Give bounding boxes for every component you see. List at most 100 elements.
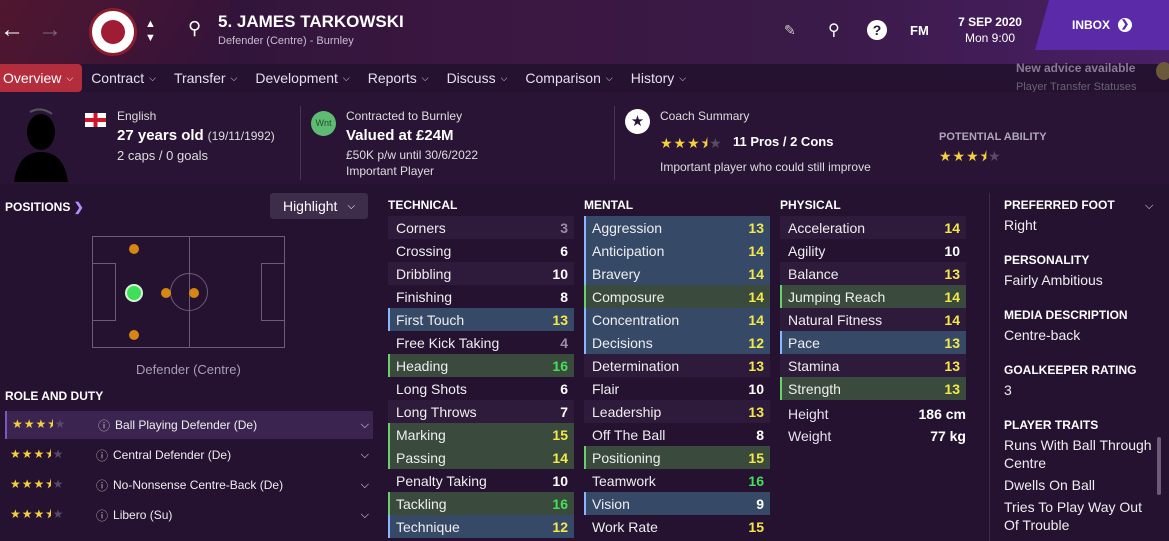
attribute-name: Anticipation — [592, 242, 665, 259]
attribute-row[interactable]: Corners 3 — [388, 216, 574, 239]
chevron-down-icon[interactable]: ⌵ — [361, 509, 369, 522]
attribute-row[interactable]: Agility 10 — [780, 239, 966, 262]
attribute-row[interactable]: Bravery 14 — [584, 262, 770, 285]
attribute-row[interactable]: Tackling 16 — [388, 492, 574, 515]
chevron-up-icon[interactable]: ▲ — [145, 18, 156, 30]
tab-history[interactable]: History ⌵ — [622, 64, 695, 92]
traits-label: PLAYER TRAITS — [1004, 418, 1099, 432]
advice-bell-icon[interactable] — [1156, 62, 1169, 80]
traits-scrollbar[interactable] — [1157, 437, 1161, 495]
attribute-row[interactable]: Teamwork 16 — [584, 469, 770, 492]
attribute-row[interactable]: Natural Fitness 14 — [780, 308, 966, 331]
attribute-row[interactable]: Dribbling 10 — [388, 262, 574, 285]
attribute-row[interactable]: First Touch 13 — [388, 308, 574, 331]
positions-title[interactable]: POSITIONS ❯ — [5, 200, 84, 214]
current-day-time: Mon 9:00 — [964, 31, 1016, 45]
attribute-name: Balance — [788, 265, 839, 282]
club-badge-icon[interactable] — [89, 8, 137, 56]
highlight-label: Highlight — [282, 198, 338, 214]
role-stars: ★★★⯨★ — [10, 506, 65, 521]
attribute-row[interactable]: Aggression 13 — [584, 216, 770, 239]
fm-logo[interactable]: FM — [910, 23, 929, 38]
wage: £50K p/w until 30/6/2022 — [346, 148, 479, 162]
attribute-row[interactable]: Long Shots 6 — [388, 377, 574, 400]
attribute-row[interactable]: Acceleration 14 — [780, 216, 966, 239]
advice-title[interactable]: New advice available — [1016, 61, 1135, 75]
help-icon[interactable]: ? — [867, 20, 887, 40]
attribute-row[interactable]: Passing 14 — [388, 446, 574, 469]
attribute-row[interactable]: Penalty Taking 10 — [388, 469, 574, 492]
attribute-name: Off The Ball — [592, 426, 666, 443]
attribute-row[interactable]: Pace 13 — [780, 331, 966, 354]
attribute-row[interactable]: Stamina 13 — [780, 354, 966, 377]
attribute-row[interactable]: Balance 13 — [780, 262, 966, 285]
role-row[interactable]: ★★★⯨★ ⓘ Central Defender (De) ⌵ — [5, 441, 373, 469]
attribute-row[interactable]: Concentration 14 — [584, 308, 770, 331]
role-label: No-Nonsense Centre-Back (De) — [113, 478, 284, 492]
attribute-row[interactable]: Free Kick Taking 4 — [388, 331, 574, 354]
player-name: 5. JAMES TARKOWSKI — [218, 12, 404, 31]
player-value: Valued at £24M — [346, 127, 454, 144]
attribute-row[interactable]: Decisions 12 — [584, 331, 770, 354]
inbox-label: INBOX — [1071, 18, 1110, 32]
tab-contract[interactable]: Contract ⌵ — [82, 64, 165, 92]
chevron-down-icon: ⌵ — [500, 72, 508, 83]
attribute-row[interactable]: Technique 12 — [388, 515, 574, 538]
role-row[interactable]: ★★★⯨★ ⓘ Libero (Su) ⌵ — [5, 501, 373, 529]
chevron-down-icon[interactable]: ⌵ — [1145, 200, 1153, 213]
tab-transfer[interactable]: Transfer ⌵ — [165, 64, 246, 92]
attribute-value: 4 — [560, 334, 568, 351]
attribute-row[interactable]: Heading 16 — [388, 354, 574, 377]
chevron-down-icon[interactable]: ⌵ — [361, 479, 369, 492]
physical-attributes: Acceleration 14 Agility 10 Balance 13 Jumping … — [780, 216, 966, 400]
attribute-row[interactable]: Flair 10 — [584, 377, 770, 400]
role-row[interactable]: ★★★⯨★ ⓘ No-Nonsense Centre-Back (De) ⌵ — [5, 471, 373, 499]
role-row[interactable]: ★★★⯨★ ⓘ Ball Playing Defender (De) ⌵ — [5, 411, 373, 439]
trait-item[interactable]: Tries To Play Way Out Of Trouble — [1004, 498, 1154, 534]
tab-label: Overview — [3, 70, 62, 86]
chevron-down-icon[interactable]: ⌵ — [361, 419, 369, 432]
forward-arrow-icon[interactable]: → — [38, 18, 62, 42]
info-icon[interactable]: ⓘ — [96, 507, 108, 524]
tab-overview[interactable]: Overview ⌵ — [0, 64, 83, 92]
attribute-row[interactable]: Finishing 8 — [388, 285, 574, 308]
pros-cons[interactable]: 11 Pros / 2 Cons — [733, 134, 833, 149]
info-icon[interactable]: ⓘ — [96, 477, 108, 494]
attribute-row[interactable]: Work Rate 15 — [584, 515, 770, 538]
role-stars: ★★★⯨★ — [10, 446, 65, 461]
attribute-row[interactable]: Long Throws 7 — [388, 400, 574, 423]
back-arrow-icon[interactable]: ← — [0, 18, 24, 42]
attribute-row[interactable]: Anticipation 14 — [584, 239, 770, 262]
info-icon[interactable]: ⓘ — [98, 417, 110, 434]
attribute-row[interactable]: Vision 9 — [584, 492, 770, 515]
tab-label: Development — [255, 70, 338, 86]
tab-discuss[interactable]: Discuss ⌵ — [438, 64, 517, 92]
attribute-row[interactable]: Determination 13 — [584, 354, 770, 377]
tab-reports[interactable]: Reports ⌵ — [359, 64, 438, 92]
tab-label: Discuss — [446, 70, 496, 86]
search-icon[interactable]: ⚲ — [188, 18, 201, 39]
attribute-row[interactable]: Crossing 6 — [388, 239, 574, 262]
position-text: Defender (Centre) — [136, 362, 241, 377]
date-block[interactable]: 7 SEP 2020 Mon 9:00 — [945, 15, 1035, 45]
trait-item[interactable]: Runs With Ball Through Centre — [1004, 436, 1154, 472]
attribute-row[interactable]: Composure 14 — [584, 285, 770, 308]
attribute-row[interactable]: Leadership 13 — [584, 400, 770, 423]
potential-rating-stars: ★★★⯨★ — [939, 148, 1002, 164]
chevron-down-icon[interactable]: ⌵ — [361, 449, 369, 462]
inbox-button[interactable]: INBOX ❯ — [1035, 0, 1169, 50]
globe-icon[interactable]: ⚲ — [828, 20, 840, 40]
tab-development[interactable]: Development ⌵ — [246, 64, 358, 92]
chevron-down-icon[interactable]: ▼ — [145, 32, 156, 44]
edit-pencil-icon[interactable]: ✎ — [784, 22, 796, 39]
trait-item[interactable]: Dwells On Ball — [1004, 476, 1154, 494]
highlight-dropdown[interactable]: Highlight ⌵ — [270, 193, 368, 219]
contract-label: Contracted to Burnley — [346, 109, 463, 123]
attribute-row[interactable]: Jumping Reach 14 — [780, 285, 966, 308]
tab-comparison[interactable]: Comparison ⌵ — [516, 64, 621, 92]
attribute-row[interactable]: Strength 13 — [780, 377, 966, 400]
info-icon[interactable]: ⓘ — [96, 447, 108, 464]
attribute-row[interactable]: Marking 15 — [388, 423, 574, 446]
attribute-row[interactable]: Positioning 15 — [584, 446, 770, 469]
attribute-row[interactable]: Off The Ball 8 — [584, 423, 770, 446]
